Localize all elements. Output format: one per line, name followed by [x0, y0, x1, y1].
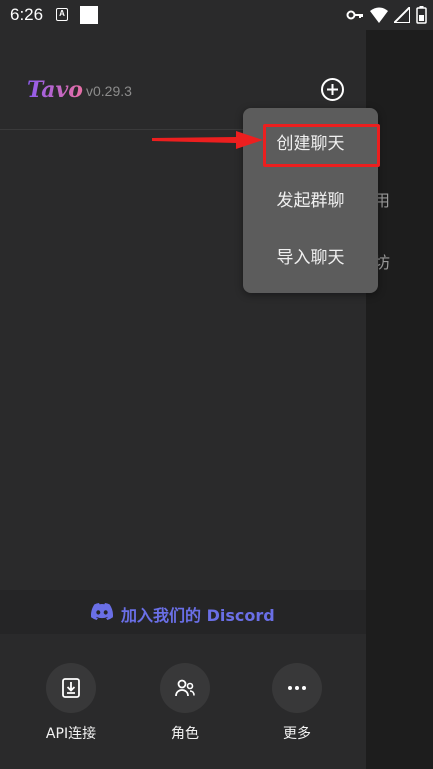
people-icon [175, 679, 195, 697]
discord-banner[interactable]: 加入我们的 Discord [0, 590, 366, 634]
highlight-box [263, 124, 380, 167]
menu-item-import-chat[interactable]: 导入聊天 [243, 230, 378, 287]
key-icon [346, 10, 363, 20]
discord-label: 加入我们的 Discord [121, 606, 275, 625]
nav-characters[interactable]: 角色 [145, 663, 225, 743]
status-time: 6:26 [10, 5, 44, 24]
nav-label: API连接 [45, 726, 97, 742]
nav-label: 更多 [283, 726, 311, 742]
battery-icon [416, 6, 427, 24]
nav-circle [46, 663, 96, 713]
status-notification-icon [80, 6, 98, 24]
app-logo: Tavo [27, 77, 83, 103]
nav-label: 角色 [171, 726, 199, 742]
nav-api-connection[interactable]: API连接 [31, 663, 111, 743]
import-icon [62, 678, 80, 698]
nav-circle [272, 663, 322, 713]
more-icon [288, 686, 306, 690]
bottom-nav: API连接 角色 更多 [0, 634, 366, 769]
status-a-icon: A [56, 8, 68, 21]
nav-more[interactable]: 更多 [257, 663, 337, 743]
signal-icon [394, 7, 410, 23]
wifi-icon [370, 7, 388, 23]
app-version: v0.29.3 [86, 83, 132, 99]
status-bar: 6:26 A [0, 0, 433, 30]
discord-icon [91, 603, 113, 620]
nav-circle [160, 663, 210, 713]
status-right-icons [346, 6, 427, 24]
red-arrow-icon [152, 131, 263, 149]
new-chat-plus-icon[interactable] [320, 77, 345, 102]
menu-item-start-group-chat[interactable]: 发起群聊 [243, 173, 378, 230]
